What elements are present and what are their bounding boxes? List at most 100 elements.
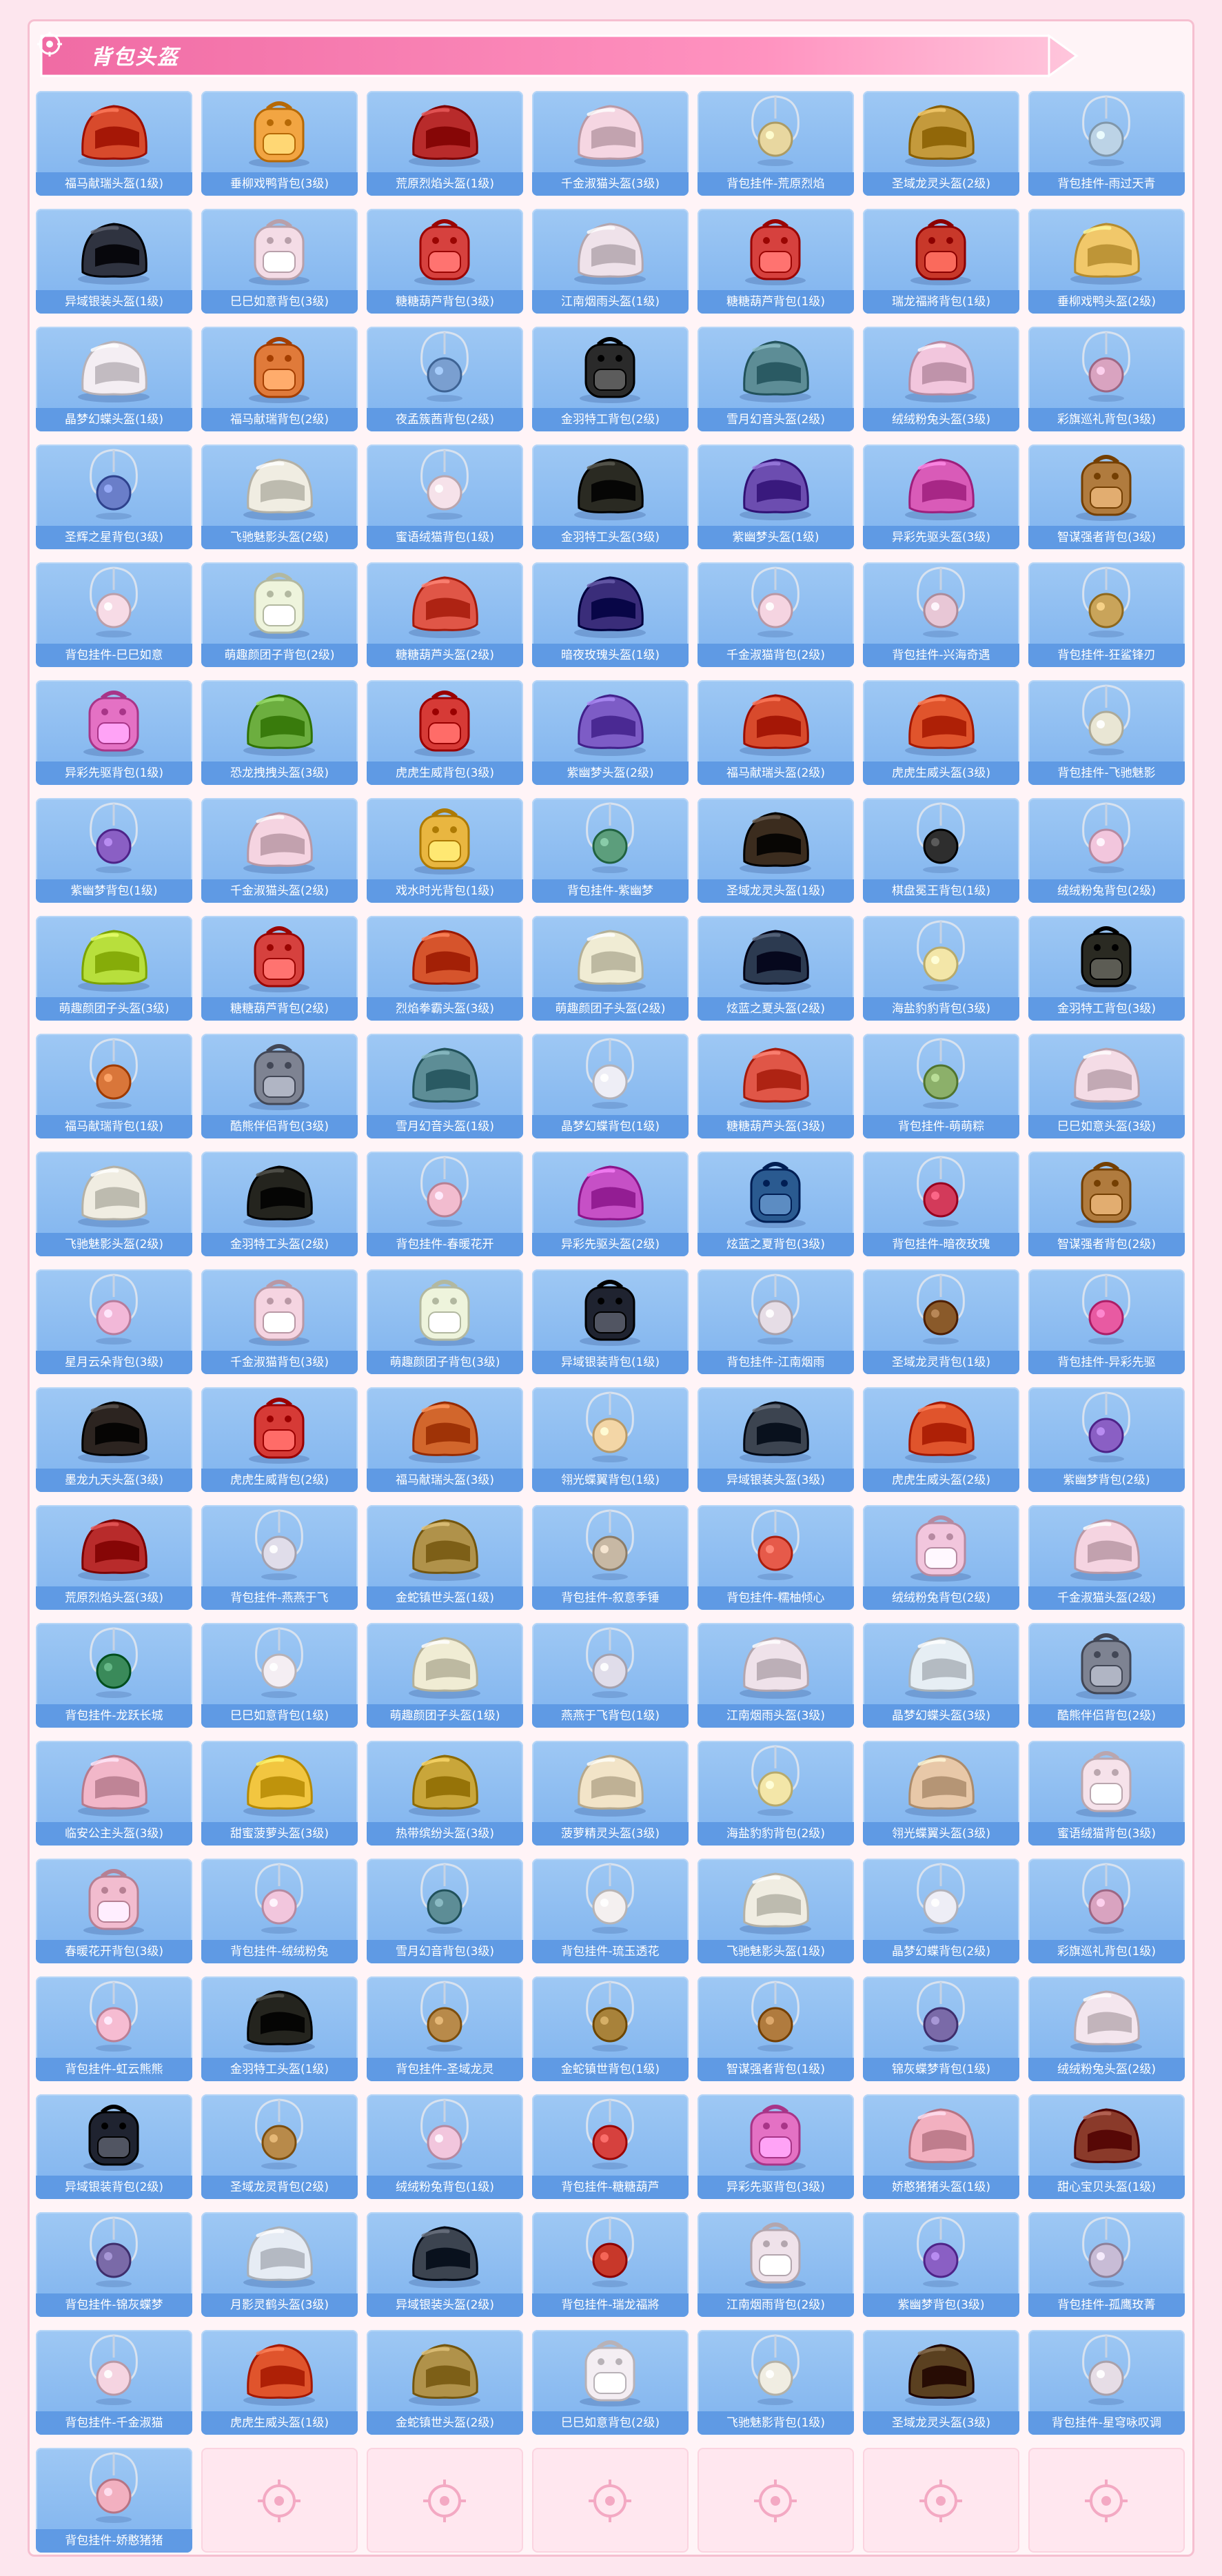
item-card[interactable]: 翎光蝶翼头盔(3级) — [863, 1741, 1019, 1846]
item-card[interactable]: 晶梦幻蝶头盔(3级) — [863, 1623, 1019, 1728]
item-card[interactable]: 背包挂件-异彩先驱 — [1028, 1269, 1185, 1374]
item-card[interactable]: 紫幽梦头盔(2级) — [532, 680, 689, 785]
item-card[interactable]: 糖糖葫芦背包(3级) — [367, 209, 523, 314]
item-card[interactable]: 甜心宝贝头盔(1级) — [1028, 2094, 1185, 2199]
item-card[interactable]: 糖糖葫芦头盔(2级) — [367, 562, 523, 667]
item-card[interactable]: 异彩先驱背包(1级) — [36, 680, 192, 785]
item-card[interactable]: 金羽特工头盔(1级) — [201, 1976, 358, 2081]
item-card[interactable]: 异域银装背包(1级) — [532, 1269, 689, 1374]
item-card[interactable]: 雪月幻音头盔(2级) — [697, 327, 854, 431]
item-card[interactable]: 背包挂件-龙跃长城 — [36, 1623, 192, 1728]
item-card[interactable]: 巳巳如意背包(1级) — [201, 1623, 358, 1728]
item-card[interactable]: 金蛇镇世头盔(1级) — [367, 1505, 523, 1610]
item-card[interactable]: 圣域龙灵背包(1级) — [863, 1269, 1019, 1374]
item-card[interactable]: 千金淑猫头盔(3级) — [532, 91, 689, 196]
item-card[interactable]: 荒原烈焰头盔(1级) — [367, 91, 523, 196]
item-card[interactable]: 虎虎生威背包(2级) — [201, 1387, 358, 1492]
item-card[interactable]: 绒绒粉兔头盔(2级) — [1028, 1976, 1185, 2081]
item-card[interactable]: 背包挂件-千金淑猫 — [36, 2330, 192, 2435]
item-card[interactable]: 圣域龙灵头盔(1级) — [697, 798, 854, 903]
item-card[interactable]: 金羽特工背包(3级) — [1028, 916, 1185, 1021]
item-card[interactable]: 福马献瑞头盔(1级) — [36, 91, 192, 196]
item-card[interactable]: 萌趣颜团子背包(3级) — [367, 1269, 523, 1374]
item-card[interactable]: 异域银装头盔(3级) — [697, 1387, 854, 1492]
item-card[interactable]: 烈焰拳霸头盔(3级) — [367, 916, 523, 1021]
item-card[interactable]: 萌趣颜团子背包(2级) — [201, 562, 358, 667]
item-card[interactable]: 晶梦幻蝶背包(2级) — [863, 1859, 1019, 1963]
item-card[interactable]: 燕燕于飞背包(1级) — [532, 1623, 689, 1728]
item-card[interactable]: 异彩先驱头盔(3级) — [863, 444, 1019, 549]
item-card[interactable]: 金羽特工背包(2级) — [532, 327, 689, 431]
item-card[interactable]: 萌趣颜团子头盔(3级) — [36, 916, 192, 1021]
item-card[interactable]: 紫幽梦背包(2级) — [1028, 1387, 1185, 1492]
item-card[interactable]: 福马献瑞头盔(2级) — [697, 680, 854, 785]
item-card[interactable]: 春暖花开背包(3级) — [36, 1859, 192, 1963]
item-card[interactable]: 福马献瑞背包(2级) — [201, 327, 358, 431]
item-card[interactable]: 暗夜玫瑰头盔(1级) — [532, 562, 689, 667]
item-card[interactable]: 绒绒粉兔背包(1级) — [367, 2094, 523, 2199]
item-card[interactable]: 娇憨猪猪头盔(1级) — [863, 2094, 1019, 2199]
item-card[interactable]: 背包挂件-瑞龙福將 — [532, 2212, 689, 2317]
item-card[interactable]: 月影灵鹤头盔(3级) — [201, 2212, 358, 2317]
item-card[interactable]: 虎虎生威头盔(3级) — [863, 680, 1019, 785]
item-card[interactable]: 雪月幻音头盔(1级) — [367, 1034, 523, 1138]
item-card[interactable]: 千金淑猫头盔(2级) — [1028, 1505, 1185, 1610]
item-card[interactable]: 锦灰蝶梦背包(1级) — [863, 1976, 1019, 2081]
item-card[interactable]: 海盐豹豹背包(2级) — [697, 1741, 854, 1846]
item-card[interactable]: 背包挂件-孤鹰玫菁 — [1028, 2212, 1185, 2317]
item-card[interactable]: 紫幽梦背包(1级) — [36, 798, 192, 903]
item-card[interactable]: 背包挂件-春暖花开 — [367, 1152, 523, 1256]
item-card[interactable]: 酷熊伴侣背包(2级) — [1028, 1623, 1185, 1728]
item-card[interactable]: 背包挂件-星穹咏叹调 — [1028, 2330, 1185, 2435]
item-card[interactable]: 背包挂件-锦灰蝶梦 — [36, 2212, 192, 2317]
item-card[interactable]: 巳巳如意背包(2级) — [532, 2330, 689, 2435]
item-card[interactable]: 恐龙拽拽头盔(3级) — [201, 680, 358, 785]
item-card[interactable]: 临安公主头盔(3级) — [36, 1741, 192, 1846]
item-card[interactable]: 背包挂件-叙意季锤 — [532, 1505, 689, 1610]
item-card[interactable]: 背包挂件-娇憨猪猪 — [36, 2448, 192, 2553]
item-card[interactable]: 虎虎生威头盔(1级) — [201, 2330, 358, 2435]
item-card[interactable]: 背包挂件-飞驰魅影 — [1028, 680, 1185, 785]
item-card[interactable]: 背包挂件-琉玉透花 — [532, 1859, 689, 1963]
item-card[interactable]: 福马献瑞头盔(3级) — [367, 1387, 523, 1492]
item-card[interactable]: 背包挂件-紫幽梦 — [532, 798, 689, 903]
item-card[interactable]: 垂柳戏鸭背包(3级) — [201, 91, 358, 196]
item-card[interactable]: 翎光蝶翼背包(1级) — [532, 1387, 689, 1492]
item-card[interactable]: 飞驰魅影头盔(2级) — [201, 444, 358, 549]
item-card[interactable]: 甜蜜菠萝头盔(3级) — [201, 1741, 358, 1846]
item-card[interactable]: 金羽特工头盔(3级) — [532, 444, 689, 549]
item-card[interactable]: 夜孟簇茜背包(2级) — [367, 327, 523, 431]
item-card[interactable]: 炫蓝之夏头盔(2级) — [697, 916, 854, 1021]
item-card[interactable]: 萌趣颜团子头盔(1级) — [367, 1623, 523, 1728]
item-card[interactable]: 背包挂件-狂鲨锋刃 — [1028, 562, 1185, 667]
item-card[interactable]: 萌趣颜团子头盔(2级) — [532, 916, 689, 1021]
item-card[interactable]: 飞驰魅影头盔(1级) — [697, 1859, 854, 1963]
item-card[interactable]: 晶梦幻蝶背包(1级) — [532, 1034, 689, 1138]
item-card[interactable]: 棋盘冕王背包(1级) — [863, 798, 1019, 903]
item-card[interactable]: 糖糖葫芦背包(1级) — [697, 209, 854, 314]
item-card[interactable]: 智谋强者背包(1级) — [697, 1976, 854, 2081]
item-card[interactable]: 圣域龙灵头盔(2级) — [863, 91, 1019, 196]
item-card[interactable]: 异域银装背包(2级) — [36, 2094, 192, 2199]
item-card[interactable]: 墨龙九天头盔(3级) — [36, 1387, 192, 1492]
item-card[interactable]: 海盐豹豹背包(3级) — [863, 916, 1019, 1021]
item-card[interactable]: 千金淑猫头盔(2级) — [201, 798, 358, 903]
item-card[interactable]: 福马献瑞背包(1级) — [36, 1034, 192, 1138]
item-card[interactable]: 戏水时光背包(1级) — [367, 798, 523, 903]
item-card[interactable]: 热带缤纷头盔(3级) — [367, 1741, 523, 1846]
item-card[interactable]: 糖糖葫芦背包(2级) — [201, 916, 358, 1021]
item-card[interactable]: 紫幽梦头盔(1级) — [697, 444, 854, 549]
item-card[interactable]: 绒绒粉兔背包(2级) — [1028, 798, 1185, 903]
item-card[interactable]: 金蛇镇世背包(1级) — [532, 1976, 689, 2081]
item-card[interactable]: 酷熊伴侣背包(3级) — [201, 1034, 358, 1138]
item-card[interactable]: 虎虎生威背包(3级) — [367, 680, 523, 785]
item-card[interactable]: 虎虎生威头盔(2级) — [863, 1387, 1019, 1492]
item-card[interactable]: 金蛇镇世头盔(2级) — [367, 2330, 523, 2435]
item-card[interactable]: 巳巳如意头盔(3级) — [1028, 1034, 1185, 1138]
item-card[interactable]: 千金淑猫背包(2级) — [697, 562, 854, 667]
item-card[interactable]: 绒绒粉兔背包(2级) — [863, 1505, 1019, 1610]
item-card[interactable]: 异域银装头盔(1级) — [36, 209, 192, 314]
item-card[interactable]: 垂柳戏鸭头盔(2级) — [1028, 209, 1185, 314]
item-card[interactable]: 背包挂件-兴海奇遇 — [863, 562, 1019, 667]
item-card[interactable]: 背包挂件-江南烟雨 — [697, 1269, 854, 1374]
